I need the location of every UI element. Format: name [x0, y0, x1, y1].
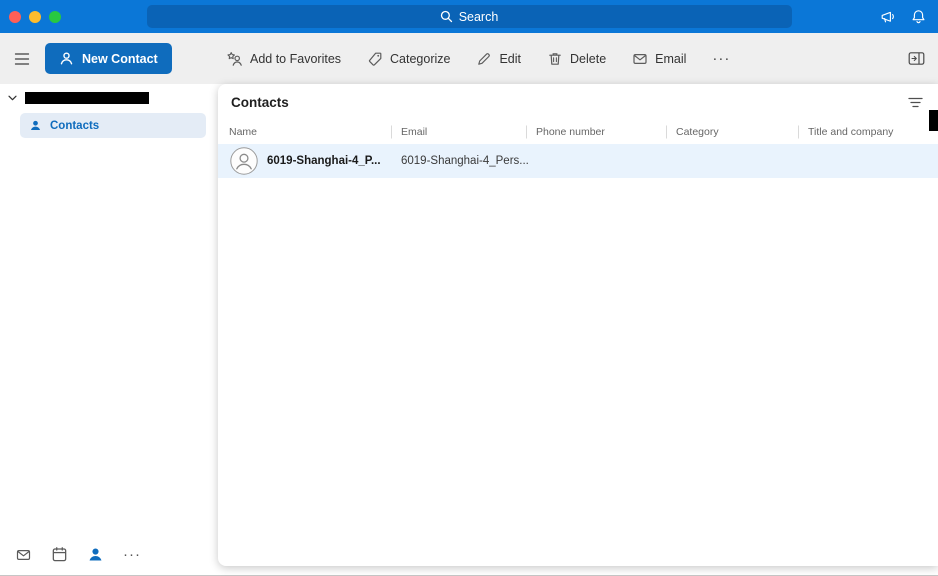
panel-toggle-icon	[908, 52, 925, 65]
account-row[interactable]	[8, 90, 218, 106]
email-label: Email	[655, 51, 687, 66]
delete-button[interactable]: Delete	[547, 51, 606, 67]
zoom-button[interactable]	[49, 10, 61, 23]
pencil-icon	[478, 52, 491, 65]
contact-name: 6019-Shanghai-4_P...	[267, 155, 381, 167]
edit-button[interactable]: Edit	[476, 51, 521, 67]
column-header-phone[interactable]: Phone number	[526, 126, 666, 138]
column-header-name[interactable]: Name	[218, 126, 391, 138]
column-header-category[interactable]: Category	[666, 126, 798, 138]
search-input[interactable]: Search	[146, 5, 792, 28]
calendar-nav-button[interactable]	[51, 546, 68, 563]
contacts-panel: Contacts Name Email Phone number Categor…	[218, 84, 938, 566]
contacts-person-icon	[30, 120, 41, 131]
page-title: Contacts	[231, 94, 289, 110]
person-icon	[60, 52, 73, 65]
outlook-window: Search New Contact Add to Favorites Cate…	[0, 0, 938, 576]
filter-icon	[908, 97, 923, 107]
sidebar-item-label: Contacts	[50, 119, 100, 132]
more-horizontal-icon: ···	[123, 545, 141, 563]
mail-nav-button[interactable]	[15, 547, 32, 563]
favorite-person-icon	[227, 51, 242, 66]
more-apps-button[interactable]: ···	[123, 545, 141, 563]
more-actions-button[interactable]: ···	[712, 49, 731, 67]
redaction-bar	[929, 110, 938, 131]
traffic-lights	[9, 0, 61, 33]
people-icon	[89, 548, 102, 561]
trash-icon	[549, 52, 561, 65]
add-to-favorites-label: Add to Favorites	[250, 51, 342, 66]
table-row[interactable]: 6019-Shanghai-4_P... 6019-Shanghai-4_Per…	[218, 144, 938, 178]
categorize-label: Categorize	[390, 51, 451, 66]
hamburger-menu-button[interactable]	[10, 48, 34, 70]
hamburger-icon	[14, 52, 30, 65]
edit-label: Edit	[499, 51, 522, 66]
content-header: Contacts	[218, 84, 938, 120]
envelope-icon	[633, 53, 647, 64]
mail-icon	[16, 549, 31, 560]
toolbar: New Contact Add to Favorites Categorize …	[0, 33, 938, 84]
app-body: Contacts ··· Contacts Name Email Phone n…	[0, 84, 938, 575]
titlebar: Search	[0, 0, 938, 33]
titlebar-actions	[880, 9, 926, 25]
contact-email: 6019-Shanghai-4_Pers...	[401, 155, 529, 167]
tag-icon	[368, 52, 382, 66]
column-header-email[interactable]: Email	[391, 126, 526, 138]
megaphone-icon	[881, 11, 894, 22]
bell-icon	[912, 9, 925, 23]
search-placeholder: Search	[458, 9, 499, 24]
contact-name-cell: 6019-Shanghai-4_P...	[218, 147, 391, 175]
search-icon	[440, 10, 452, 23]
notifications-button[interactable]	[911, 9, 926, 25]
email-button[interactable]: Email	[632, 51, 686, 67]
filter-button[interactable]	[908, 97, 923, 108]
sidebar-footer: ···	[15, 546, 141, 563]
chevron-down-icon	[8, 95, 17, 101]
announcements-button[interactable]	[880, 9, 897, 25]
new-contact-button[interactable]: New Contact	[45, 43, 172, 74]
add-to-favorites-button[interactable]: Add to Favorites	[226, 51, 341, 67]
redacted-account-name	[25, 92, 149, 104]
more-horizontal-icon: ···	[712, 49, 731, 67]
table-header: Name Email Phone number Category Title a…	[218, 120, 938, 144]
toolbar-left: New Contact	[0, 43, 218, 74]
new-contact-label: New Contact	[82, 51, 158, 66]
sidebar-item-contacts[interactable]: Contacts	[20, 113, 206, 138]
close-button[interactable]	[9, 10, 21, 23]
categorize-button[interactable]: Categorize	[367, 51, 450, 67]
avatar	[230, 147, 258, 175]
open-pane-button[interactable]	[908, 51, 925, 66]
delete-label: Delete	[570, 51, 607, 66]
minimize-button[interactable]	[29, 10, 41, 23]
sidebar: Contacts ···	[0, 84, 218, 575]
calendar-icon	[52, 547, 67, 562]
toolbar-actions: Add to Favorites Categorize Edit Delete …	[226, 51, 730, 67]
people-nav-button[interactable]	[87, 546, 104, 563]
contact-email-cell: 6019-Shanghai-4_Pers...	[391, 155, 531, 167]
column-header-title-company[interactable]: Title and company	[798, 126, 938, 138]
